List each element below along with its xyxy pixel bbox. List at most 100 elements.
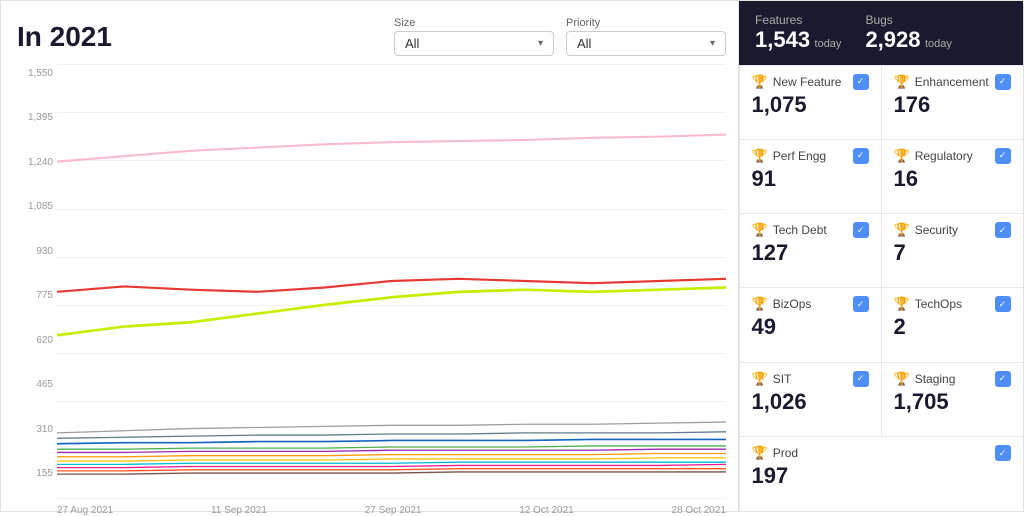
- y-axis-label: 310: [17, 424, 57, 435]
- y-axis-label: 465: [17, 379, 57, 390]
- size-filter-group: Size All ▾: [394, 17, 554, 56]
- y-axis-label: 930: [17, 246, 57, 257]
- metric-trophy-icon: 🏆: [752, 74, 768, 90]
- metric-check-icon[interactable]: ✓: [853, 148, 869, 164]
- bugs-value: 2,928: [865, 27, 920, 52]
- metric-card[interactable]: 🏆 Prod ✓ 197: [739, 436, 1023, 511]
- metric-name-row: 🏆 BizOps: [752, 296, 812, 312]
- y-axis-label: 1,395: [17, 112, 57, 123]
- metric-card[interactable]: 🏆 New Feature ✓ 1,075: [739, 65, 882, 140]
- x-axis-label: 12 Oct 2021: [519, 505, 573, 516]
- metric-value: 16: [894, 166, 1011, 192]
- metric-value: 127: [752, 240, 869, 266]
- metric-name-row: 🏆 Prod: [752, 445, 799, 461]
- metric-trophy-icon: 🏆: [894, 148, 910, 164]
- metric-name: Tech Debt: [773, 223, 827, 237]
- size-filter-value: All: [405, 36, 419, 51]
- features-value: 1,543: [755, 27, 810, 52]
- metric-header: 🏆 Tech Debt ✓: [752, 222, 869, 238]
- bugs-summary: Bugs 2,928 today: [865, 13, 951, 53]
- metric-value: 91: [752, 166, 869, 192]
- metric-card[interactable]: 🏆 Perf Engg ✓ 91: [739, 139, 882, 214]
- priority-filter-label: Priority: [566, 17, 726, 29]
- metric-trophy-icon: 🏆: [894, 296, 910, 312]
- metric-header: 🏆 Staging ✓: [894, 371, 1011, 387]
- y-axis-label: 620: [17, 335, 57, 346]
- metric-check-icon[interactable]: ✓: [995, 371, 1011, 387]
- y-axis-label: 1,085: [17, 201, 57, 212]
- metric-name: BizOps: [773, 297, 812, 311]
- y-axis-label: 775: [17, 290, 57, 301]
- metric-name: New Feature: [773, 75, 842, 89]
- metric-header: 🏆 Security ✓: [894, 222, 1011, 238]
- metric-name: Perf Engg: [773, 149, 826, 163]
- metric-check-icon[interactable]: ✓: [995, 148, 1011, 164]
- metric-header: 🏆 New Feature ✓: [752, 74, 869, 90]
- metric-name: TechOps: [915, 297, 962, 311]
- y-axis: 1,5501,3951,2401,085930775620465310155: [17, 64, 57, 499]
- metric-name-row: 🏆 Security: [894, 222, 959, 238]
- priority-filter-group: Priority All ▾: [566, 17, 726, 56]
- metric-name-row: 🏆 Regulatory: [894, 148, 973, 164]
- x-axis-label: 11 Sep 2021: [211, 505, 267, 516]
- features-sub: today: [815, 38, 842, 50]
- metric-name: Prod: [773, 446, 798, 460]
- x-axis: 27 Aug 2021 11 Sep 2021 27 Sep 2021 12 Oct …: [57, 505, 726, 516]
- priority-filter-value: All: [577, 36, 591, 51]
- y-axis-label: 155: [17, 468, 57, 479]
- chart-wrapper: 1,5501,3951,2401,085930775620465310155: [17, 64, 726, 499]
- priority-filter-select[interactable]: All ▾: [566, 31, 726, 56]
- metric-check-icon[interactable]: ✓: [853, 371, 869, 387]
- metric-value: 1,705: [894, 389, 1011, 415]
- metric-card[interactable]: 🏆 Security ✓ 7: [881, 213, 1024, 288]
- metric-card[interactable]: 🏆 Regulatory ✓ 16: [881, 139, 1024, 214]
- metric-check-icon[interactable]: ✓: [853, 296, 869, 312]
- metric-card[interactable]: 🏆 BizOps ✓ 49: [739, 287, 882, 362]
- metric-check-icon[interactable]: ✓: [995, 222, 1011, 238]
- metric-card[interactable]: 🏆 Tech Debt ✓ 127: [739, 213, 882, 288]
- chart-area: In 2021 Size All ▾ Priority All ▾: [1, 1, 738, 511]
- priority-chevron-icon: ▾: [710, 38, 715, 49]
- metric-check-icon[interactable]: ✓: [995, 296, 1011, 312]
- chart-content: 27 Aug 202111 Sep 202127 Sep 202112 Oct …: [57, 64, 726, 499]
- summary-header: Features 1,543 today Bugs 2,928 today: [739, 1, 1023, 65]
- metric-check-icon[interactable]: ✓: [995, 74, 1011, 90]
- metric-trophy-icon: 🏆: [752, 371, 768, 387]
- metric-card[interactable]: 🏆 TechOps ✓ 2: [881, 287, 1024, 362]
- metric-name: Staging: [915, 372, 956, 386]
- metric-name-row: 🏆 Tech Debt: [752, 222, 827, 238]
- metric-trophy-icon: 🏆: [752, 148, 768, 164]
- metric-name-row: 🏆 Enhancement: [894, 74, 989, 90]
- metric-header: 🏆 Enhancement ✓: [894, 74, 1011, 90]
- size-filter-select[interactable]: All ▾: [394, 31, 554, 56]
- metric-trophy-icon: 🏆: [752, 222, 768, 238]
- metric-trophy-icon: 🏆: [894, 74, 910, 90]
- metric-name-row: 🏆 TechOps: [894, 296, 963, 312]
- metric-value: 1,075: [752, 92, 869, 118]
- size-chevron-icon: ▾: [538, 38, 543, 49]
- main-container: In 2021 Size All ▾ Priority All ▾: [0, 0, 1024, 512]
- metric-check-icon[interactable]: ✓: [853, 74, 869, 90]
- metric-header: 🏆 Regulatory ✓: [894, 148, 1011, 164]
- x-axis-label: 27 Aug 2021: [57, 505, 113, 516]
- metric-name-row: 🏆 Perf Engg: [752, 148, 827, 164]
- y-axis-label: 1,550: [17, 68, 57, 79]
- metric-name-row: 🏆 Staging: [894, 371, 956, 387]
- metric-header: 🏆 TechOps ✓: [894, 296, 1011, 312]
- metric-name: Enhancement: [915, 75, 989, 89]
- x-axis-label: 27 Sep 2021: [365, 505, 422, 516]
- metric-card[interactable]: 🏆 Enhancement ✓ 176: [881, 65, 1024, 140]
- metric-value: 2: [894, 314, 1011, 340]
- filters: Size All ▾ Priority All ▾: [394, 17, 726, 56]
- metric-name-row: 🏆 SIT: [752, 371, 792, 387]
- metric-trophy-icon: 🏆: [752, 445, 768, 461]
- metric-trophy-icon: 🏆: [894, 371, 910, 387]
- metric-card[interactable]: 🏆 Staging ✓ 1,705: [881, 362, 1024, 437]
- metric-value: 49: [752, 314, 869, 340]
- metric-check-icon[interactable]: ✓: [995, 445, 1011, 461]
- metric-header: 🏆 Perf Engg ✓: [752, 148, 869, 164]
- metric-card[interactable]: 🏆 SIT ✓ 1,026: [739, 362, 882, 437]
- metric-check-icon[interactable]: ✓: [853, 222, 869, 238]
- metrics-grid: 🏆 New Feature ✓ 1,075 🏆 Enhancement ✓ 17…: [739, 65, 1023, 511]
- metric-value: 7: [894, 240, 1011, 266]
